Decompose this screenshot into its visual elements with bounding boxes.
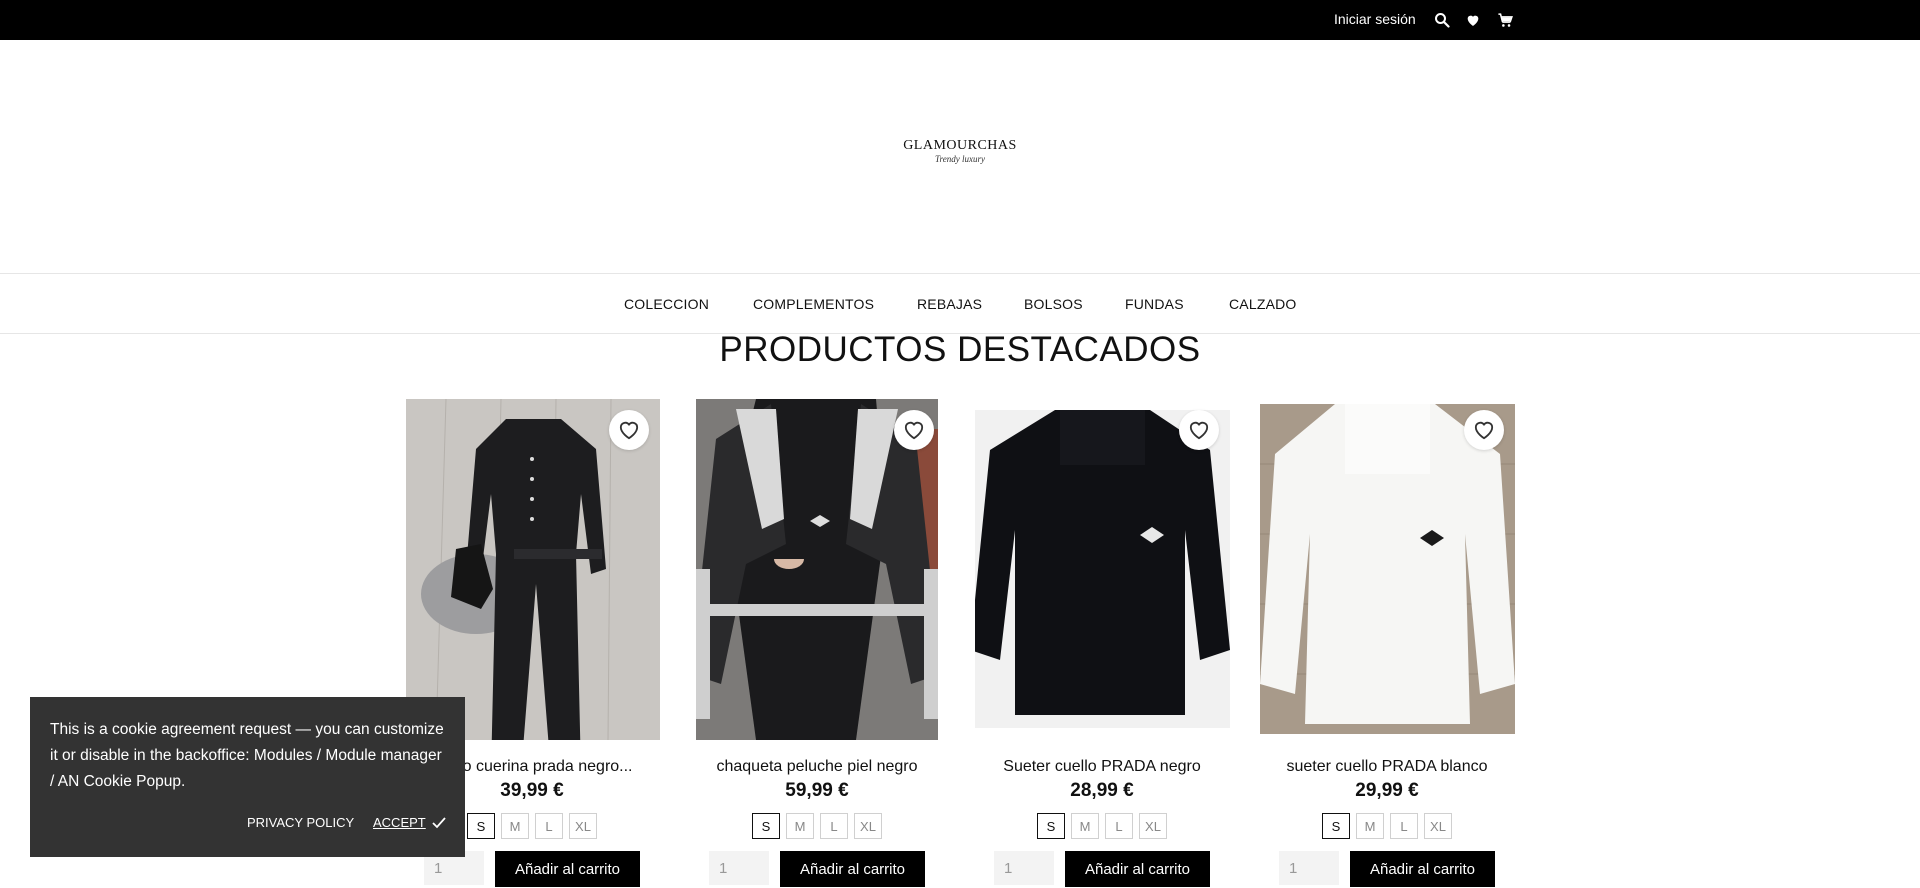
nav-item-calzado[interactable]: CALZADO	[1229, 296, 1297, 312]
nav-item-bolsos[interactable]: BOLSOS	[1024, 296, 1083, 312]
wishlist-button[interactable]	[1464, 410, 1504, 450]
main-nav: COLECCION COMPLEMENTOS REBAJAS BOLSOS FU…	[0, 273, 1920, 334]
wishlist-button[interactable]	[894, 410, 934, 450]
size-option[interactable]: XL	[1139, 813, 1167, 839]
cart-icon[interactable]	[1495, 10, 1515, 30]
wishlist-button[interactable]	[609, 410, 649, 450]
product-card: sueter cuello PRADA blanco 29,99 € S M L…	[1257, 398, 1517, 888]
nav-item-fundas[interactable]: FUNDAS	[1125, 296, 1184, 312]
size-option[interactable]: M	[786, 813, 814, 839]
size-selector: S M L XL	[1257, 813, 1517, 839]
size-option[interactable]: XL	[854, 813, 882, 839]
product-name[interactable]: Sueter cuello PRADA negro	[972, 758, 1232, 776]
size-option[interactable]: S	[752, 813, 780, 839]
size-option[interactable]: M	[1071, 813, 1099, 839]
size-selector: S M L XL	[972, 813, 1232, 839]
size-option[interactable]: XL	[569, 813, 597, 839]
add-to-cart-button[interactable]: Añadir al carrito	[495, 851, 640, 887]
section-title: PRODUCTOS DESTACADOS	[719, 330, 1201, 369]
product-card: Sueter cuello PRADA negro 28,99 € S M L …	[972, 398, 1232, 888]
add-to-cart-button[interactable]: Añadir al carrito	[1350, 851, 1495, 887]
logo-tagline: Trendy luxury	[935, 154, 985, 164]
product-name[interactable]: chaqueta peluche piel negro	[687, 758, 947, 776]
product-price: 59,99 €	[785, 780, 849, 801]
add-to-cart-button[interactable]: Añadir al carrito	[1065, 851, 1210, 887]
nav-item-complementos[interactable]: COMPLEMENTOS	[753, 296, 874, 312]
size-option[interactable]: M	[1356, 813, 1384, 839]
privacy-policy-link[interactable]: PRIVACY POLICY	[247, 815, 354, 830]
size-selector: S M L XL	[687, 813, 947, 839]
size-option[interactable]: L	[1105, 813, 1133, 839]
accept-cookies-button[interactable]: ACCEPT	[373, 815, 446, 830]
product-image[interactable]	[1260, 404, 1515, 734]
heart-outline-icon	[1189, 421, 1209, 440]
nav-item-coleccion[interactable]: COLECCION	[624, 296, 709, 312]
quantity-input[interactable]	[994, 851, 1054, 885]
cookie-popup: This is a cookie agreement request — you…	[30, 697, 465, 857]
product-image[interactable]	[975, 410, 1230, 728]
quantity-input[interactable]	[1279, 851, 1339, 885]
check-icon	[432, 816, 446, 828]
nav-item-rebajas[interactable]: REBAJAS	[917, 296, 982, 312]
site-logo[interactable]: GLAMOURCHAS Trendy luxury	[898, 138, 1022, 186]
heart-outline-icon	[619, 421, 639, 440]
product-card: chaqueta peluche piel negro 59,99 € S M …	[687, 398, 947, 888]
product-image[interactable]	[696, 399, 938, 740]
heart-outline-icon	[904, 421, 924, 440]
quantity-input[interactable]	[709, 851, 769, 885]
size-option[interactable]: L	[820, 813, 848, 839]
cookie-message: This is a cookie agreement request — you…	[50, 721, 444, 790]
login-link[interactable]: Iniciar sesión	[1334, 11, 1416, 27]
heart-icon[interactable]	[1463, 10, 1483, 30]
top-bar: Iniciar sesión	[0, 0, 1920, 40]
size-option[interactable]: S	[467, 813, 495, 839]
product-price: 28,99 €	[1070, 780, 1134, 801]
size-option[interactable]: L	[535, 813, 563, 839]
size-option[interactable]: M	[501, 813, 529, 839]
product-image[interactable]	[406, 399, 660, 740]
product-name[interactable]: sueter cuello PRADA blanco	[1257, 758, 1517, 776]
search-icon[interactable]	[1432, 10, 1452, 30]
size-option[interactable]: L	[1390, 813, 1418, 839]
accept-label: ACCEPT	[373, 815, 426, 830]
wishlist-button[interactable]	[1179, 410, 1219, 450]
size-option[interactable]: S	[1322, 813, 1350, 839]
size-option[interactable]: XL	[1424, 813, 1452, 839]
size-option[interactable]: S	[1037, 813, 1065, 839]
heart-outline-icon	[1474, 421, 1494, 440]
add-to-cart-button[interactable]: Añadir al carrito	[780, 851, 925, 887]
logo-brand: GLAMOURCHAS	[903, 138, 1017, 153]
product-price: 29,99 €	[1355, 780, 1419, 801]
